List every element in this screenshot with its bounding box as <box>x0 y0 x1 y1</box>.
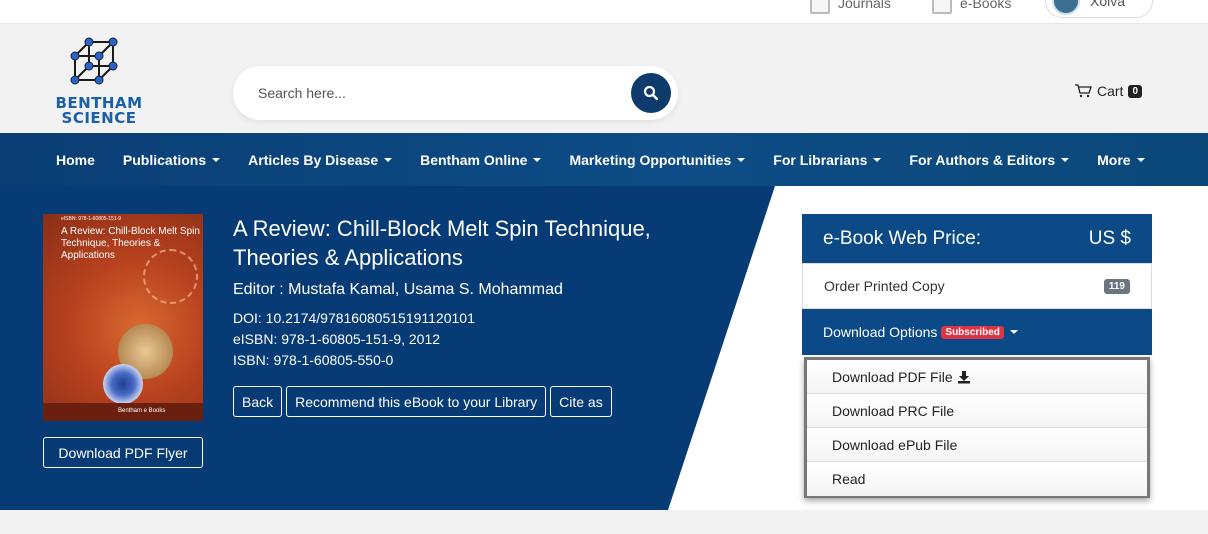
page-bottom-strip <box>0 510 1208 534</box>
cite-as-button[interactable]: Cite as <box>550 386 612 417</box>
nav-item-more[interactable]: More <box>1097 151 1145 168</box>
nav-item-for-librarians[interactable]: For Librarians <box>773 151 882 168</box>
caret-down-icon <box>1009 330 1018 334</box>
book-title: A Review: Chill-Block Melt Spin Techniqu… <box>233 216 651 270</box>
download-options-toggle[interactable]: Download Options Subscribed <box>802 309 1152 355</box>
account-button[interactable]: Xolva <box>1045 0 1153 18</box>
menu-item-label: Read <box>832 471 866 487</box>
nav-item-for-authors-editors[interactable]: For Authors & Editors <box>909 151 1070 168</box>
top-utility-bar: Journals e-Books Xolva <box>0 0 1208 24</box>
download-icon <box>957 370 970 383</box>
avatar <box>1052 0 1080 15</box>
menu-item-label: Download PDF File <box>832 368 953 385</box>
caret-down-icon <box>212 157 221 162</box>
cart-count-badge: 0 <box>1128 84 1143 98</box>
caret-down-icon <box>533 157 542 162</box>
logo-cube-icon <box>70 37 118 85</box>
order-printed-copy-label: Order Printed Copy <box>824 278 945 294</box>
price-currency: US $ <box>1088 227 1131 249</box>
nav-item-articles-by-disease[interactable]: Articles By Disease <box>248 151 393 168</box>
nav-item-label: Marketing Opportunities <box>569 151 732 168</box>
order-price-badge: 119 <box>1103 278 1130 294</box>
subscribed-badge: Subscribed <box>941 325 1004 339</box>
journals-label: Journals <box>838 0 891 11</box>
menu-item-label: Download ePub File <box>832 436 958 453</box>
caret-down-icon <box>1061 157 1070 162</box>
ebooks-icon <box>932 0 952 14</box>
nav-item-label: More <box>1097 151 1131 168</box>
book-cover-image: eISBN: 978-1-60805-151-9 A Review: Chill… <box>43 214 203 421</box>
nav-item-marketing-opportunities[interactable]: Marketing Opportunities <box>569 151 746 168</box>
caret-down-icon <box>1136 157 1145 162</box>
nav-item-publications[interactable]: Publications <box>122 151 221 168</box>
nav-item-label: Publications <box>122 151 207 168</box>
bentham-science-logo[interactable]: BENTHAM SCIENCE <box>53 36 145 128</box>
main-nav: Home Publications Articles By Disease Be… <box>0 133 1208 186</box>
cover-gear-graphic <box>143 249 198 304</box>
nav-item-bentham-online[interactable]: Bentham Online <box>420 151 542 168</box>
search-bar <box>233 66 678 120</box>
nav-item-home[interactable]: Home <box>56 152 95 168</box>
book-isbn: ISBN: 978-1-60805-550-0 <box>233 352 394 368</box>
nav-item-label: For Librarians <box>773 151 868 168</box>
search-button[interactable] <box>631 73 671 113</box>
journals-link[interactable]: Journals <box>810 0 891 14</box>
menu-item-download-epub[interactable]: Download ePub File <box>807 428 1147 462</box>
order-printed-copy-row[interactable]: Order Printed Copy 119 <box>802 263 1152 309</box>
menu-item-download-prc[interactable]: Download PRC File <box>807 394 1147 428</box>
cover-isbn: eISBN: 978-1-60805-151-9 <box>61 216 122 222</box>
logo-text-line2: SCIENCE <box>61 109 137 127</box>
nav-item-label: Articles By Disease <box>248 151 379 168</box>
menu-item-label: Download PRC File <box>832 402 955 419</box>
cart-label: Cart <box>1097 83 1124 99</box>
menu-item-download-pdf[interactable]: Download PDF File <box>807 360 1147 394</box>
search-icon <box>643 85 659 101</box>
book-eisbn: eISBN: 978-1-60805-151-9, 2012 <box>233 331 441 347</box>
book-detail-section: eISBN: 978-1-60805-151-9 A Review: Chill… <box>0 186 1208 510</box>
ebooks-label: e-Books <box>960 0 1012 11</box>
nav-item-label: For Authors & Editors <box>909 151 1056 168</box>
nav-item-label: Home <box>56 151 95 168</box>
cart-icon <box>1075 84 1092 98</box>
download-pdf-flyer-button[interactable]: Download PDF Flyer <box>43 437 203 468</box>
download-options-label: Download Options <box>823 324 938 340</box>
back-button[interactable]: Back <box>233 386 283 417</box>
cover-molecule-graphic <box>103 364 143 404</box>
menu-item-read[interactable]: Read <box>807 462 1147 496</box>
recommend-to-library-button[interactable]: Recommend this eBook to your Library <box>286 386 547 417</box>
caret-down-icon <box>873 157 882 162</box>
book-actions: Back Recommend this eBook to your Librar… <box>233 386 612 417</box>
site-header: BENTHAM SCIENCE Cart 0 <box>0 24 1208 133</box>
price-heading: e-Book Web Price: <box>823 227 982 249</box>
account-name: Xolva <box>1090 0 1126 9</box>
cart-link[interactable]: Cart 0 <box>1074 83 1143 99</box>
price-header: e-Book Web Price: US $ <box>802 214 1152 263</box>
download-options-menu: Download PDF File Download PRC File Down… <box>804 357 1150 498</box>
book-editor: Editor : Mustafa Kamal, Usama S. Mohamma… <box>233 281 563 298</box>
nav-item-label: Bentham Online <box>420 151 528 168</box>
ebooks-link[interactable]: e-Books <box>932 0 1011 14</box>
book-doi: DOI: 10.2174/97816080515191120101 <box>233 310 475 326</box>
caret-down-icon <box>384 157 393 162</box>
cover-publisher: Bentham e Books <box>43 403 203 421</box>
journals-icon <box>810 0 830 14</box>
caret-down-icon <box>737 157 746 162</box>
search-input[interactable] <box>258 80 618 106</box>
